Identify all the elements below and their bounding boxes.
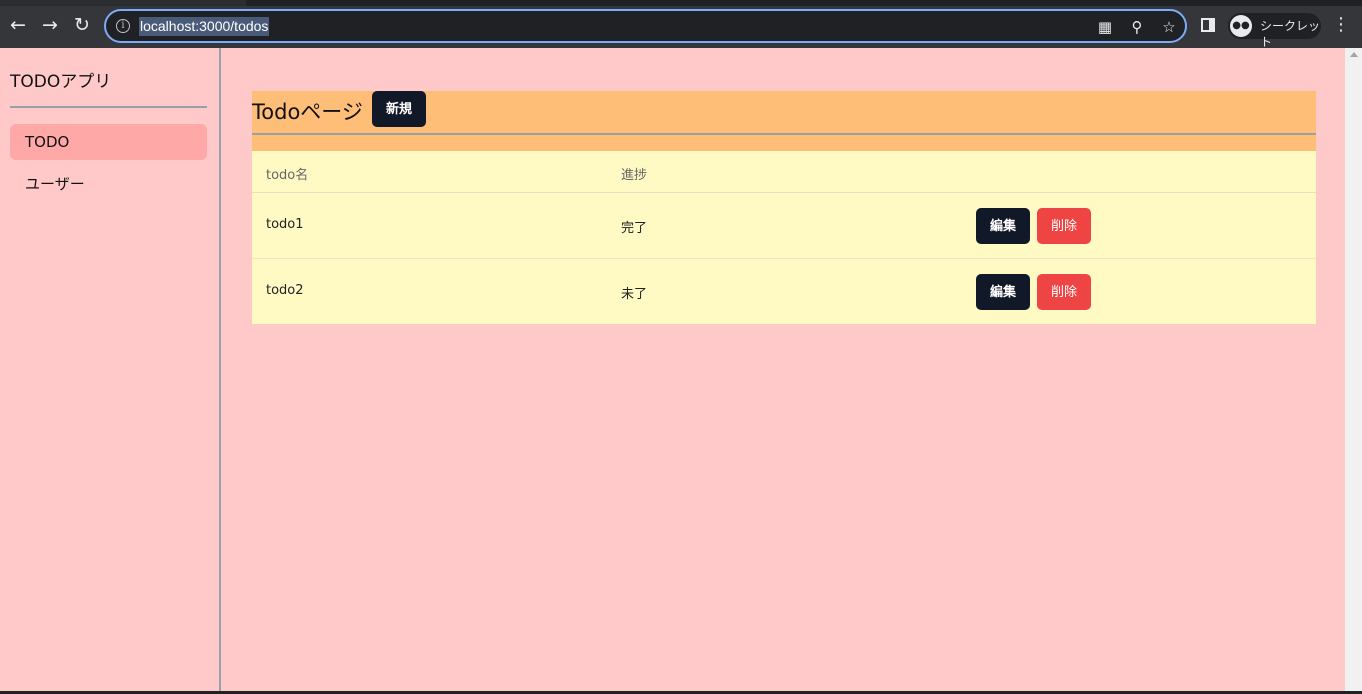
scroll-up-icon[interactable] (1350, 52, 1358, 57)
incognito-profile-button[interactable]: ●● シークレット (1228, 13, 1321, 49)
sidebar-item-todo[interactable]: TODO (10, 124, 207, 160)
main-content: Todoページ 新規 todo名 進捗 todo1 完了 編集 削除 todo2… (223, 48, 1345, 694)
active-tab-edge[interactable] (0, 0, 246, 6)
sidebar-divider (10, 106, 207, 108)
edit-button[interactable]: 編集 (976, 274, 1030, 310)
forward-button[interactable]: → (39, 14, 61, 36)
sidebar-item-users[interactable]: ユーザー (10, 166, 207, 202)
app-title: TODOアプリ (10, 72, 112, 92)
delete-button[interactable]: 削除 (1037, 208, 1091, 244)
reload-button[interactable]: ↻ (71, 14, 93, 36)
reload-icon: ↻ (74, 14, 90, 36)
sidebar: TODOアプリ TODO ユーザー (0, 48, 221, 694)
browser-toolbar: ← → ↻ i localhost:3000/todos ▦ ⚲ ☆ ●● シー… (0, 0, 1362, 49)
todo-name: todo2 (266, 283, 304, 298)
vertical-scrollbar[interactable] (1345, 48, 1362, 694)
column-header-name: todo名 (266, 168, 309, 183)
table-row: todo1 完了 編集 削除 (252, 193, 1316, 259)
new-todo-button[interactable]: 新規 (372, 91, 426, 127)
table-header: todo名 進捗 (252, 151, 1316, 193)
incognito-label: シークレット (1260, 19, 1321, 49)
header-divider (252, 133, 1316, 135)
zoom-out-icon[interactable]: ⚲ (1128, 18, 1146, 36)
todo-name: todo1 (266, 217, 304, 232)
table-row: todo2 未了 編集 削除 (252, 259, 1316, 324)
column-header-status: 進捗 (621, 168, 648, 183)
page-title: Todoページ (252, 100, 363, 124)
arrow-left-icon: ← (10, 14, 26, 36)
delete-button[interactable]: 削除 (1037, 274, 1091, 310)
qr-code-icon[interactable]: ▦ (1096, 18, 1114, 36)
kebab-menu-icon[interactable]: ⋮ (1332, 14, 1350, 36)
page-header: Todoページ 新規 (252, 91, 1316, 151)
todo-table: todo名 進捗 todo1 完了 編集 削除 todo2 未了 編集 削除 (252, 151, 1316, 324)
info-icon[interactable]: i (116, 19, 130, 33)
edit-button[interactable]: 編集 (976, 208, 1030, 244)
arrow-right-icon: → (42, 14, 58, 36)
side-panel-icon[interactable] (1201, 18, 1215, 32)
star-icon[interactable]: ☆ (1160, 18, 1178, 36)
todo-status: 完了 (621, 221, 648, 236)
url-text[interactable]: localhost:3000/todos (139, 17, 270, 36)
back-button[interactable]: ← (7, 14, 29, 36)
incognito-icon: ●● (1230, 15, 1252, 37)
todo-status: 未了 (621, 287, 648, 302)
address-bar[interactable]: i localhost:3000/todos ▦ ⚲ ☆ (104, 9, 1187, 43)
